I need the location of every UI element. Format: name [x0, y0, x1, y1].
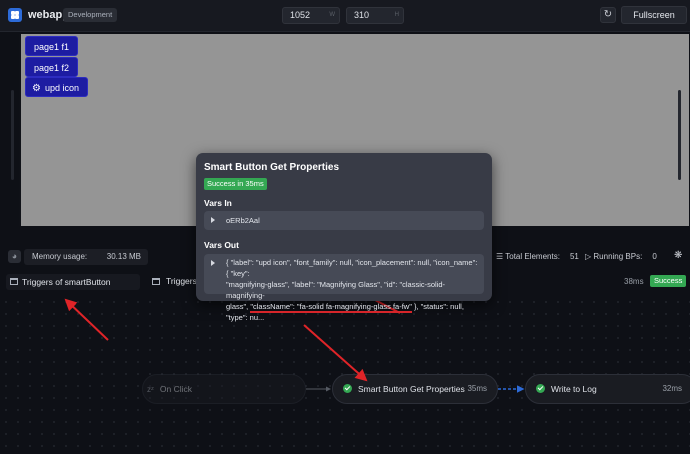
vars-out-value: { "label": "upd icon", "font_family": nu…	[226, 257, 478, 323]
annotation-arrow	[64, 298, 109, 341]
classname-highlight: "className": "fa-solid fa-magnifying-gla…	[250, 302, 412, 313]
vars-out-box[interactable]: { "label": "upd icon", "font_family": nu…	[204, 254, 484, 322]
vars-in-label: Vars In	[204, 198, 232, 208]
properties-popover: Smart Button Get Properties Success in 3…	[196, 153, 492, 322]
vars-in-value: oERb2Aal	[226, 216, 260, 225]
vars-out-fragment: glass",	[226, 302, 251, 311]
annotation-arrow	[303, 324, 368, 382]
expand-caret-icon	[211, 260, 215, 266]
popover-title: Smart Button Get Properties	[204, 162, 340, 173]
vars-out-line: "magnifying-glass", "label": "Magnifying…	[226, 280, 446, 300]
success-badge: Success in 35ms	[204, 178, 267, 190]
vars-in-box[interactable]: oERb2Aal	[204, 211, 484, 230]
vars-out-line: { "label": "upd icon", "font_family": nu…	[226, 258, 478, 278]
vars-out-line: glass", "className": "fa-solid fa-magnif…	[226, 301, 478, 323]
vars-out-label: Vars Out	[204, 240, 239, 250]
expand-caret-icon	[211, 217, 215, 223]
